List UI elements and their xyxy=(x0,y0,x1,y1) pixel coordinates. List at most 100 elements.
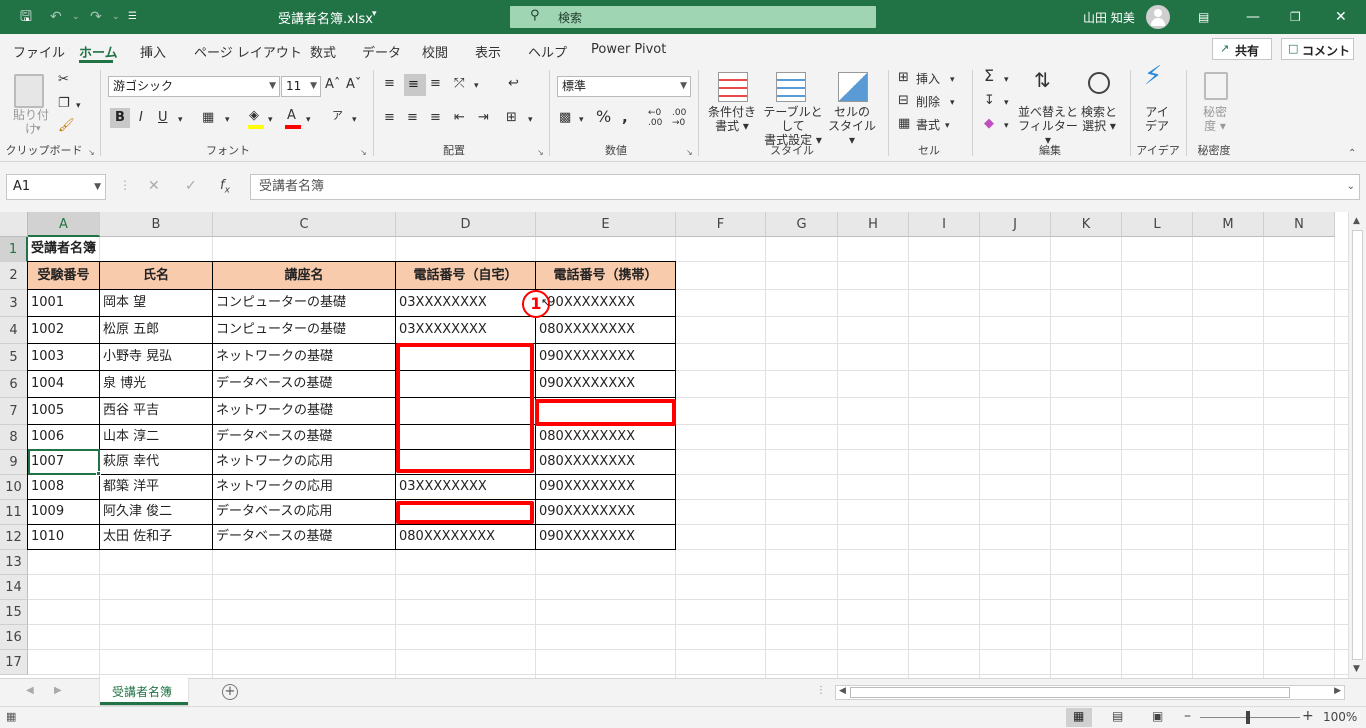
row-header-13[interactable]: 13 xyxy=(0,550,28,575)
horizontal-scroll-thumb[interactable] xyxy=(850,687,1290,698)
vertical-scrollbar[interactable]: ▲ ▼ xyxy=(1348,212,1366,678)
zoom-out-icon[interactable]: – xyxy=(1184,708,1191,724)
page-break-view-icon[interactable]: ▣ xyxy=(1152,709,1163,723)
column-header-n[interactable]: N xyxy=(1264,212,1335,237)
row-header-5[interactable]: 5 xyxy=(0,344,28,371)
orientation-dropdown-icon[interactable]: ▾ xyxy=(474,78,479,94)
sensitivity-icon[interactable] xyxy=(1204,72,1228,100)
split-handle-icon[interactable]: ⋮ xyxy=(816,685,826,696)
insert-cells-label[interactable]: 挿入 xyxy=(916,71,940,87)
borders-icon[interactable]: ▦ xyxy=(202,110,214,126)
accounting-format-icon[interactable]: ▩ xyxy=(559,110,571,126)
font-name-select[interactable]: 游ゴシック ▼ xyxy=(108,76,280,97)
normal-view-button[interactable]: ▦ xyxy=(1066,708,1092,727)
collapse-ribbon-icon[interactable]: ⌃ xyxy=(1348,148,1356,159)
formula-input[interactable]: 受講者名簿 ⌄ xyxy=(250,174,1360,200)
cell-course-row3[interactable]: コンピューターの基礎 xyxy=(213,290,395,316)
delete-cells-label[interactable]: 削除 xyxy=(916,94,940,110)
minimize-icon[interactable]: — xyxy=(1246,7,1260,27)
phonetic-icon[interactable]: ア xyxy=(332,108,343,124)
shrink-font-icon[interactable]: Aˇ xyxy=(346,77,361,93)
format-cells-icon[interactable]: ▦ xyxy=(898,116,910,132)
row-header-16[interactable]: 16 xyxy=(0,625,28,650)
next-sheet-icon[interactable]: ▶ xyxy=(54,685,62,696)
header-home-phone[interactable]: 電話番号（自宅） xyxy=(396,262,535,289)
percent-style-button[interactable]: % xyxy=(596,109,611,125)
header-course[interactable]: 講座名 xyxy=(213,262,395,289)
macro-record-icon[interactable]: ▦ xyxy=(6,710,16,723)
save-icon[interactable]: 🖫 xyxy=(20,7,32,27)
clear-dropdown-icon[interactable]: ▾ xyxy=(1004,118,1009,134)
clipboard-launcher-icon[interactable]: ↘ xyxy=(88,148,95,157)
cell-home-phone-row4[interactable]: 03XXXXXXXX xyxy=(396,317,535,343)
align-middle-button[interactable]: ≡ xyxy=(404,74,426,96)
cell-mobile-phone-row3[interactable]: 090XXXXXXXX xyxy=(536,290,675,316)
tab-view[interactable]: 表示 xyxy=(475,42,501,61)
cell-name-row8[interactable]: 山本 淳二 xyxy=(100,425,212,449)
font-launcher-icon[interactable]: ↘ xyxy=(360,148,367,157)
cell-exam-number-row4[interactable]: 1002 xyxy=(28,317,99,343)
avatar[interactable] xyxy=(1146,5,1170,29)
merge-center-icon[interactable]: ⊞ xyxy=(506,110,517,126)
decrease-indent-icon[interactable]: ⇤ xyxy=(454,110,465,126)
bold-button[interactable]: B xyxy=(110,108,130,128)
cell-mobile-phone-row4[interactable]: 080XXXXXXXX xyxy=(536,317,675,343)
comma-style-button[interactable]: , xyxy=(622,109,628,125)
cell-exam-number-row10[interactable]: 1008 xyxy=(28,475,99,499)
cell-name-row6[interactable]: 泉 博光 xyxy=(100,371,212,397)
scroll-right-icon[interactable]: ▶ xyxy=(1334,686,1341,696)
header-name[interactable]: 氏名 xyxy=(100,262,212,289)
cell-styles-button[interactable]: セルの スタイル ▾ xyxy=(826,105,878,147)
sort-filter-icon[interactable]: ⇅ xyxy=(1034,70,1051,90)
paste-label[interactable]: 貼り付け xyxy=(8,108,54,136)
cell-exam-number-row7[interactable]: 1005 xyxy=(28,398,99,424)
zoom-level[interactable]: 100% xyxy=(1323,710,1357,724)
cut-icon[interactable]: ✂ xyxy=(58,72,69,88)
row-header-2[interactable]: 2 xyxy=(0,262,28,290)
grow-font-icon[interactable]: Aˆ xyxy=(325,77,340,93)
cell-mobile-phone-row5[interactable]: 090XXXXXXXX xyxy=(536,344,675,370)
autosum-dropdown-icon[interactable]: ▾ xyxy=(1004,72,1009,88)
page-layout-view-icon[interactable]: ▤ xyxy=(1112,709,1123,723)
number-launcher-icon[interactable]: ↘ xyxy=(686,148,693,157)
align-left-icon[interactable]: ≡ xyxy=(384,110,395,126)
cell-name-row3[interactable]: 岡本 望 xyxy=(100,290,212,316)
phonetic-dropdown-icon[interactable]: ▾ xyxy=(352,112,357,128)
cell-exam-number-row11[interactable]: 1009 xyxy=(28,500,99,524)
tab-power-pivot[interactable]: Power Pivot xyxy=(591,42,666,57)
format-as-table-button[interactable]: テーブルとして 書式設定 ▾ xyxy=(758,105,828,147)
row-header-15[interactable]: 15 xyxy=(0,600,28,625)
font-size-select[interactable]: 11 ▼ xyxy=(281,76,321,97)
zoom-slider-thumb[interactable] xyxy=(1246,711,1250,724)
number-format-select[interactable]: 標準 ▼ xyxy=(557,76,691,97)
tab-insert[interactable]: 挿入 xyxy=(140,42,166,61)
row-header-12[interactable]: 12 xyxy=(0,525,28,550)
fill-color-icon[interactable]: ◈ xyxy=(249,108,259,124)
header-exam-number[interactable]: 受験番号 xyxy=(28,262,99,289)
column-header-a[interactable]: A xyxy=(28,212,100,237)
row-header-8[interactable]: 8 xyxy=(0,425,28,450)
font-color-dropdown-icon[interactable]: ▾ xyxy=(306,112,311,128)
document-title[interactable]: 受講者名簿.xlsx xyxy=(278,8,373,27)
scroll-down-icon[interactable]: ▼ xyxy=(1353,664,1360,674)
scroll-up-icon[interactable]: ▲ xyxy=(1353,216,1360,226)
find-select-icon[interactable] xyxy=(1088,72,1110,94)
worksheet-grid[interactable]: ABCDEFGHIJKLMN 1 2 3 4 5 6 7 8 9 10 11 12 13 14 15 16 17… xyxy=(0,212,1348,678)
cell-name-row11[interactable]: 阿久津 俊二 xyxy=(100,500,212,524)
row-header-4[interactable]: 4 xyxy=(0,317,28,344)
row-header-6[interactable]: 6 xyxy=(0,371,28,398)
cell-home-phone-row3[interactable]: 03XXXXXXXX xyxy=(396,290,535,316)
format-cells-label[interactable]: 書式 xyxy=(916,117,940,133)
align-top-icon[interactable]: ≡ xyxy=(384,76,395,92)
row-header-7[interactable]: 7 xyxy=(0,398,28,425)
cell-mobile-phone-row9[interactable]: 080XXXXXXXX xyxy=(536,450,675,474)
column-header-c[interactable]: C xyxy=(213,212,396,237)
align-right-icon[interactable]: ≡ xyxy=(430,110,441,126)
autosum-icon[interactable]: Σ xyxy=(984,68,994,84)
cell-course-row12[interactable]: データベースの基礎 xyxy=(213,525,395,549)
cell-exam-number-row3[interactable]: 1001 xyxy=(28,290,99,316)
insert-cells-icon[interactable]: ⊞ xyxy=(898,70,909,86)
cell-course-row9[interactable]: ネットワークの応用 xyxy=(213,450,395,474)
tab-page-layout[interactable]: ページ レイアウト xyxy=(194,42,302,61)
redo-icon[interactable]: ↷ xyxy=(90,7,102,27)
